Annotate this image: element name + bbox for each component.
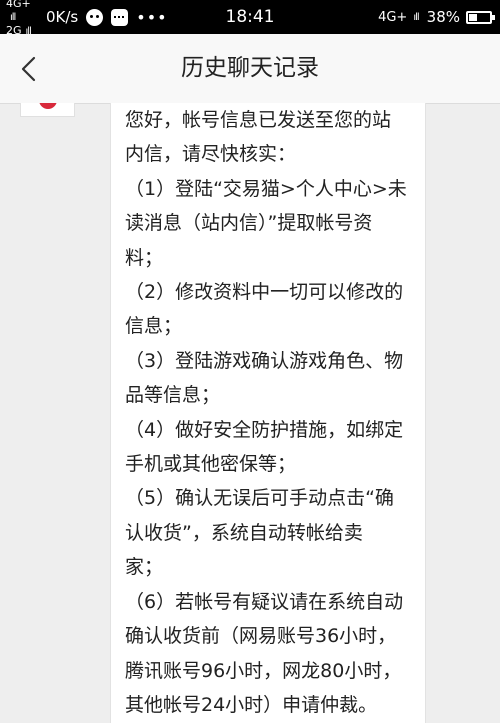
network-top-label: 4G+ — [6, 0, 31, 10]
status-bar: 4G+ıll 2G ıll 0K/s ••• 18:41 4G+ ıll 38% — [0, 0, 500, 37]
signal-icon: ıll — [10, 11, 16, 23]
message-line: 料； — [125, 246, 164, 269]
message-line: （3）登陆游戏确认游戏角色、物 — [125, 349, 404, 372]
page-title: 历史聊天记录 — [181, 55, 319, 81]
network-right-label: 4G+ — [378, 9, 408, 25]
message-line: （2）修改资料中一切可以修改的 — [125, 281, 404, 304]
signal-icon-right: ıll — [413, 11, 419, 23]
message-line: （5）确认无误后可手动点击“确 — [125, 487, 394, 510]
network-indicator: 4G+ıll 2G ıll — [6, 0, 36, 38]
message-line: 内信，请尽快核实： — [125, 143, 297, 166]
message-line: （6）若帐号有疑议请在系统自动 — [125, 590, 404, 613]
message-line: 品等信息； — [125, 384, 221, 407]
message-line: 信息； — [125, 315, 183, 338]
app-header: 历史聊天记录 — [0, 34, 500, 104]
avatar-logo — [39, 103, 57, 109]
message-bubble: 您好，帐号信息已发送至您的站 内信，请尽快核实： （1）登陆“交易猫>个人中心>未读… — [110, 103, 426, 723]
wechat-icon — [86, 8, 104, 26]
message-line: （1）登陆“交易猫>个人中心>未 — [125, 177, 407, 200]
message-line: 您好，帐号信息已发送至您的站 — [125, 109, 392, 131]
message-line: 手机或其他密保等； — [125, 453, 297, 476]
message-line: 认收货”，系统自动转帐给卖 — [125, 521, 363, 544]
avatar[interactable] — [20, 103, 75, 117]
message-line: 家； — [125, 556, 164, 579]
message-line: （4）做好安全防护措施，如绑定 — [125, 418, 404, 441]
status-right: 4G+ ıll 38% — [378, 0, 495, 34]
battery-fill — [469, 13, 477, 21]
battery-icon — [466, 10, 495, 24]
battery-percent: 38% — [426, 8, 460, 26]
status-left: 4G+ıll 2G ıll 0K/s ••• — [6, 0, 168, 37]
message-line: 读消息（站内信）”提取帐号资 — [125, 212, 373, 235]
message-line: 腾讯账号96小时，网龙80小时， — [125, 659, 402, 682]
more-notifications-icon: ••• — [136, 7, 168, 27]
message-line: 确认收货前（网易账号36小时， — [125, 625, 397, 648]
message-icon — [111, 8, 129, 26]
message-text: 您好，帐号信息已发送至您的站 内信，请尽快核实： （1）登陆“交易猫>个人中心>未读… — [125, 103, 415, 722]
message-line: 其他帐号24小时）申请仲裁。 — [125, 693, 378, 716]
network-speed: 0K/s — [46, 8, 79, 26]
